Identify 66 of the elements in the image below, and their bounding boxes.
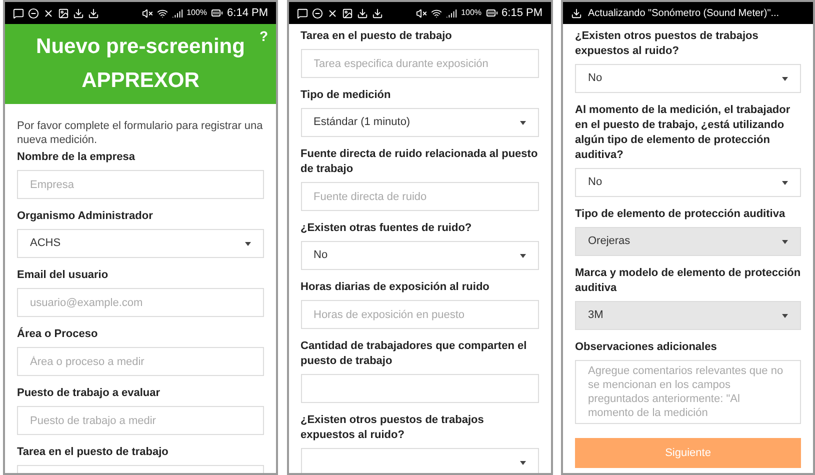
download-icon [356, 8, 368, 18]
input-field[interactable]: Horas de exposición en puesto [300, 300, 538, 329]
field-label: Fuente directa de ruido relacionada al puesto de trabajo [300, 147, 538, 177]
battery-icon [486, 7, 498, 19]
field-label: Email del usuario [17, 268, 110, 283]
field-label: Tipo de medición [300, 88, 392, 103]
mute-icon [142, 8, 153, 18]
caret-icon [245, 242, 251, 246]
field-label: Puesto de trabajo a evaluar [17, 386, 162, 401]
download-icon [88, 8, 99, 18]
intro-text: Por favor complete el formulario para registrar una nueva medición. [17, 119, 264, 147]
field-label: ¿Existen otros puestos de trabajos expuestos al ruido? [300, 413, 485, 443]
image-icon [58, 8, 69, 18]
dropdown-field[interactable]: Estándar (1 minuto) [300, 108, 538, 137]
dropdown-field[interactable] [300, 448, 538, 473]
field-label: Al momento de la medición, el trabajador en el puesto de trabajo, ¿está utilizando algún tipo de elemento de protección auditiva? [575, 103, 792, 163]
field-label: ¿Existen otros puestos de trabajos expuestos al ruido? [575, 29, 760, 59]
close-icon [43, 8, 54, 18]
field-label: Tipo de elemento de protección auditiva [575, 207, 786, 222]
battery-percent: 100% [186, 7, 208, 19]
field-label: Organismo Administrador [17, 209, 154, 224]
wifi-icon [431, 8, 442, 18]
message-icon [296, 8, 308, 18]
header-title: Nuevo pre-screening APPREXOR [35, 34, 246, 94]
clock-time: 6:15 PM [502, 6, 542, 21]
battery-percent: 100% [461, 7, 482, 19]
close-icon [326, 8, 338, 18]
download-icon [372, 8, 382, 18]
dropdown-field[interactable]: No [575, 64, 801, 93]
caret-icon [782, 180, 788, 184]
image-icon [342, 8, 352, 18]
field-label: Marca y modelo de elemento de protección auditiva [575, 266, 801, 296]
dropdown-field[interactable]: No [575, 168, 801, 197]
field-label: Cantidad de trabajadores que comparten el puesto de trabajo [300, 339, 528, 369]
minus-circle-icon [312, 8, 322, 18]
dropdown-field[interactable]: ACHS [17, 229, 264, 258]
minus-circle-icon [28, 8, 39, 18]
clock-time: 6:14 PM [227, 6, 268, 21]
battery-icon [211, 7, 224, 19]
notification-text: Actualizando "Sonómetro (Sound Meter)"... [588, 6, 780, 20]
caret-icon [782, 314, 788, 318]
mute-icon [416, 8, 428, 18]
input-field[interactable]: usuario@example.com [17, 288, 264, 317]
input-field[interactable]: Puesto de trabajo a medir [17, 406, 264, 435]
field-label: Tarea en el puesto de trabajo [300, 29, 453, 44]
wifi-icon [156, 8, 168, 18]
input-field[interactable]: Fuente directa de ruido [300, 182, 538, 211]
field-label: Tarea en el puesto de trabajo [17, 445, 170, 460]
caret-icon [520, 120, 526, 124]
input-field[interactable]: Empresa [17, 170, 264, 199]
input-field[interactable]: Tarea especifica durante exposición [300, 49, 538, 78]
field-label: Nombre de la empresa [17, 150, 136, 165]
caret-icon [782, 240, 788, 244]
dropdown-field[interactable]: No [300, 241, 538, 270]
field-label: Horas diarias de exposición al ruido [300, 280, 490, 295]
download-icon [571, 8, 582, 18]
signal-icon [446, 8, 458, 18]
caret-icon [520, 460, 526, 464]
field-label: Observaciones adicionales [575, 340, 718, 355]
field-label: ¿Existen otras fuentes de ruido? [300, 221, 473, 236]
caret-icon [782, 76, 788, 80]
input-field[interactable] [300, 374, 538, 403]
field-label: Área o Proceso [17, 327, 99, 342]
message-icon [13, 8, 24, 18]
caret-icon [520, 254, 526, 258]
download-icon [73, 8, 84, 18]
